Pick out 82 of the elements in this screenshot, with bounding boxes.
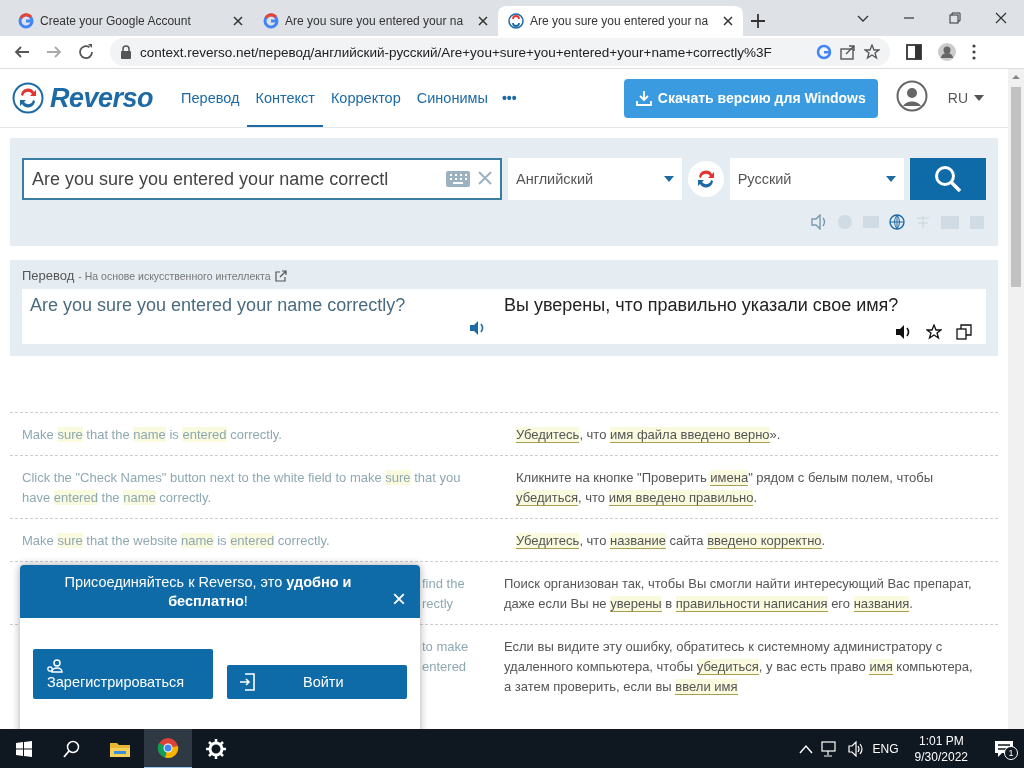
example-source-fragment: rectly [422, 595, 454, 613]
speaker-icon [810, 214, 828, 230]
example-source-fragment: find the [422, 575, 465, 593]
popup-title: Присоединяйтесь к Reverso, это удобно и бесплатно! [63, 572, 353, 611]
folder-icon [109, 740, 131, 758]
chrome-button[interactable] [144, 729, 192, 768]
google-icon [263, 13, 279, 29]
keyboard-icon [446, 171, 470, 187]
settings-icon [206, 739, 226, 759]
search-icon [63, 740, 81, 758]
windows-logo-icon [16, 741, 32, 757]
nav-tab[interactable]: Синонимы [408, 69, 496, 127]
example-source-sentence: Make sure that the name is entered correctly. [21, 426, 283, 444]
nav-tab[interactable]: Перевод [173, 69, 248, 127]
close-icon [478, 16, 488, 26]
caret-icon [885, 176, 896, 182]
browser-tab[interactable]: Are you sure you entered your na [253, 6, 498, 36]
address-bar[interactable]: context.reverso.net/перевод/английский-русский/Are+you+sure+you+entered+your+name+correctly%3F [110, 38, 890, 66]
example-translation-sentence: Поиск организован так, чтобы Вы смогли найти интересующий Вас препарат, даже если Вы не уверены в правильности написания его названия. [504, 575, 973, 614]
star-icon [864, 44, 880, 60]
reverso-icon [508, 13, 524, 29]
example-source-fragment: entered [422, 658, 467, 676]
example-translation-sentence: Убедитесь, что название сайта введено корректно. [516, 532, 827, 551]
globe-icon [888, 214, 906, 230]
nav-tab[interactable]: Контекст [247, 69, 323, 127]
close-icon [233, 16, 243, 26]
scrollbar-thumb[interactable] [1011, 87, 1021, 287]
caret-icon [664, 176, 675, 182]
search-field[interactable]: Are you sure you entered your name correctl [22, 158, 502, 200]
share-icon [840, 44, 856, 60]
restore-icon [949, 12, 961, 24]
example-translation-sentence: Кликните на кнопке "Проверить имена" рядом с белым полем, чтобы убедиться, что имя введено правильно. [516, 469, 935, 508]
close-icon [995, 12, 1007, 24]
more-menu[interactable]: ••• [501, 90, 517, 106]
login-button[interactable]: Войти [227, 665, 407, 699]
target-language-select[interactable]: Русский [729, 158, 904, 200]
source-text: Are you sure you entered your name correctly? [30, 295, 406, 315]
source-language-select[interactable]: Английский [508, 158, 683, 200]
example-source-sentence: Make sure that the website name is entered correctly. [21, 532, 331, 550]
translation-note: - На основе искусственного интеллекта [78, 269, 271, 282]
register-button[interactable]: Зарегистрироваться [33, 649, 213, 699]
input-language[interactable]: ENG [872, 742, 899, 756]
language-selector[interactable]: RU [941, 89, 990, 107]
clock[interactable]: 1:01 PM 9/30/2022 [914, 733, 968, 765]
search-icon [933, 165, 962, 193]
external-link-icon [274, 269, 287, 282]
download-icon [635, 90, 652, 106]
example-translation-sentence: Убедитесь, что имя файла введено верно». [516, 426, 782, 445]
notification-badge: 1 [1004, 746, 1018, 760]
reload-icon [77, 43, 95, 61]
volume-icon [846, 741, 865, 757]
lock-icon [120, 45, 132, 59]
close-button[interactable]: × [392, 589, 406, 609]
caret-icon [974, 95, 984, 101]
network-icon [820, 741, 839, 757]
user-avatar-icon [895, 80, 928, 112]
example-source-sentence: Click the "Check Names" button next to the white field to make sure that you have entered the name correctly. [21, 469, 462, 507]
chrome-logo-icon [157, 737, 179, 759]
example-source-fragment: to make [422, 638, 469, 656]
login-icon [239, 673, 255, 691]
browser-tab[interactable]: Create your Google Account [8, 6, 253, 36]
close-icon [723, 16, 733, 26]
star-icon [926, 324, 942, 340]
speaker-icon [468, 320, 486, 336]
clear-icon [478, 171, 492, 185]
reverso-logo-icon [12, 82, 44, 114]
google-icon [18, 13, 34, 29]
translation-text: Вы уверены, что правильно указали свое имя? [504, 295, 899, 315]
speaker-icon [894, 324, 912, 340]
translation-label: Перевод [22, 268, 75, 283]
logo-text[interactable]: Reverso [50, 82, 154, 114]
profile-icon [937, 42, 957, 62]
google-icon [816, 44, 832, 60]
browser-tab[interactable]: Are you sure you entered your na [498, 6, 743, 36]
side-panel-icon [905, 43, 923, 61]
menu-icon [971, 43, 977, 61]
copy-icon [956, 324, 972, 340]
user-group-icon [47, 658, 63, 673]
swap-languages-button[interactable] [688, 161, 724, 197]
chevron-up-icon [798, 744, 813, 754]
nav-tab[interactable]: Корректор [322, 69, 409, 127]
example-translation-sentence: Если вы видите эту ошибку, обратитесь к системному администратору с удаленного компьютера, чтобы убедиться, у вас есть право имя компьютера, а затем проверить, если вы ввели имя [504, 638, 974, 697]
